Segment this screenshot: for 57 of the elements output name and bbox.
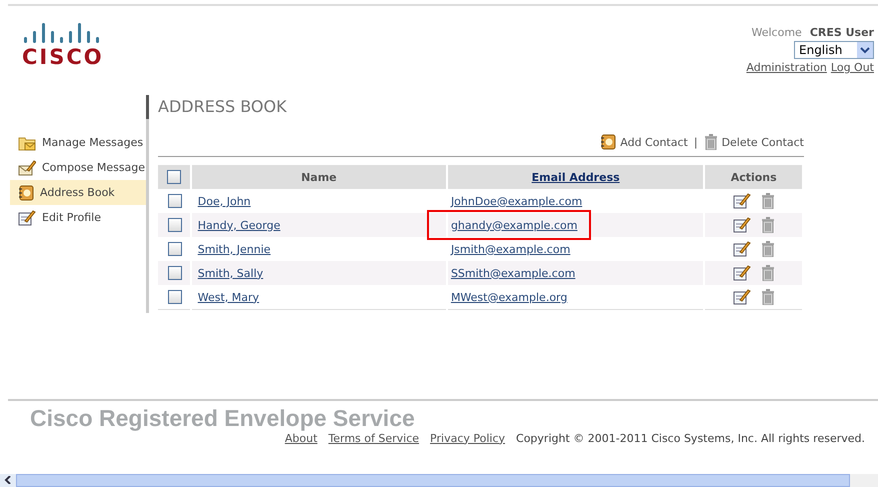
- document-pencil-icon: [732, 289, 751, 306]
- trash-icon: [760, 241, 775, 258]
- welcome-text: Welcome: [751, 26, 802, 39]
- footer-link[interactable]: About: [284, 432, 318, 445]
- contact-name-link[interactable]: Doe, John: [198, 194, 251, 208]
- row-checkbox[interactable]: [168, 290, 182, 304]
- trash-icon: [760, 289, 775, 306]
- header-link[interactable]: Log Out: [830, 61, 874, 74]
- document-pencil-icon: [732, 193, 751, 210]
- row-checkbox[interactable]: [168, 194, 182, 208]
- trash-icon: [760, 193, 775, 210]
- toolbar-button[interactable]: Delete Contact: [704, 134, 804, 150]
- page-title: ADDRESS BOOK: [158, 97, 288, 116]
- scrollbar-thumb[interactable]: [16, 474, 850, 487]
- column-header: Actions: [704, 165, 803, 190]
- row-checkbox[interactable]: [168, 266, 182, 280]
- document-pencil-icon: [732, 241, 751, 258]
- folder-envelope-icon: [18, 134, 36, 151]
- address-book-icon: [18, 184, 34, 201]
- header-link[interactable]: Administration: [746, 61, 827, 74]
- email-link[interactable]: SSmith@example.com: [450, 266, 576, 280]
- document-pencil-icon: [732, 217, 751, 234]
- copyright-text: Copyright © 2001-2011 Cisco Systems, Inc. All rights reserved.: [516, 432, 865, 445]
- sidebar-item[interactable]: Compose Message: [10, 155, 146, 180]
- chevron-left-icon: [4, 476, 12, 484]
- contact-name-link[interactable]: West, Mary: [198, 290, 260, 304]
- row-checkbox[interactable]: [168, 242, 182, 256]
- contact-name-link[interactable]: Handy, George: [198, 218, 280, 232]
- caret-icon: [857, 42, 873, 58]
- select-all-checkbox[interactable]: [166, 170, 181, 184]
- address-book-icon: [600, 134, 616, 150]
- footer-link[interactable]: Privacy Policy: [430, 432, 506, 445]
- sidebar-item[interactable]: Address Book: [10, 180, 146, 206]
- separator-text: |: [694, 136, 698, 149]
- email-link[interactable]: JohnDoe@example.com: [450, 194, 582, 208]
- scroll-left-button[interactable]: [0, 474, 16, 487]
- toolbar-button[interactable]: Add Contact: [600, 134, 688, 150]
- document-pencil-icon: [732, 265, 751, 282]
- document-pencil-icon: [18, 210, 36, 226]
- envelope-pencil-icon: [18, 160, 36, 176]
- row-checkbox[interactable]: [168, 218, 182, 232]
- language-select[interactable]: English: [794, 41, 874, 59]
- trash-icon: [760, 265, 775, 282]
- contact-name-link[interactable]: Smith, Jennie: [198, 242, 271, 256]
- contact-name-link[interactable]: Smith, Sally: [198, 266, 264, 280]
- email-link[interactable]: MWest@example.org: [450, 290, 568, 304]
- trash-icon: [760, 217, 775, 234]
- logo-wordmark: CISCO: [22, 46, 104, 68]
- trash-icon: [704, 134, 718, 150]
- user-name: CRES User: [810, 26, 874, 39]
- footer-link[interactable]: Terms of Service: [328, 432, 420, 445]
- column-header: Name: [190, 165, 447, 190]
- service-title: Cisco Registered Envelope Service: [30, 404, 416, 432]
- sidebar-item[interactable]: Edit Profile: [10, 205, 146, 230]
- email-link[interactable]: Jsmith@example.com: [450, 242, 570, 256]
- sidebar-item[interactable]: Manage Messages: [10, 130, 146, 156]
- column-header-link[interactable]: Email Address: [532, 170, 620, 184]
